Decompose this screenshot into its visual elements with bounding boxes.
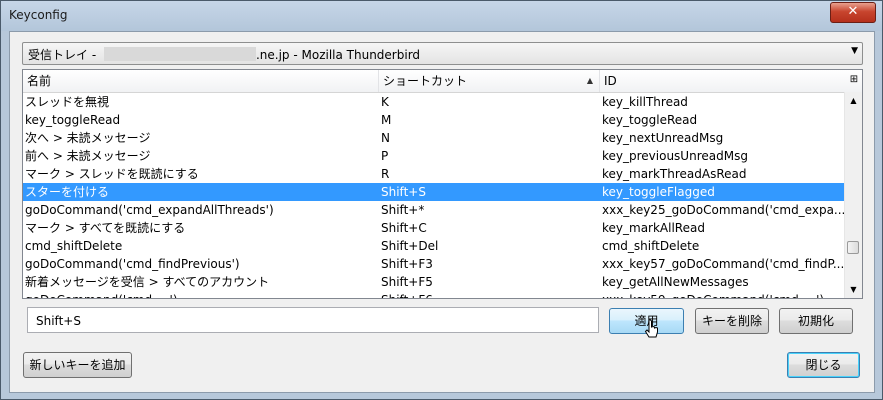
name-cell: スレッドを無視	[25, 95, 110, 109]
table-row[interactable]: 次へ > 未読メッセージ Nkey_nextUnreadMsg	[23, 129, 845, 147]
table-header: 名前 ショートカット ▲ ID ⊞	[23, 70, 862, 93]
name-cell: goDoCommand('cmd_findPrevious')	[25, 257, 240, 271]
id-cell: xxx_key25_goDoCommand('cmd_expa...	[602, 203, 845, 217]
table-row[interactable]: マーク > すべてを既読にする Shift+C key_markAllRead	[23, 219, 845, 237]
table-row[interactable]: key_toggleRead Mkey_toggleRead	[23, 111, 845, 129]
shortcut-cell: Shift+F5	[381, 275, 433, 289]
id-cell: key_nextUnreadMsg	[602, 131, 724, 145]
dialog-body: 受信トレイ - .ne.jp - Mozilla Thunderbird ▼ 名…	[9, 31, 875, 393]
table-row[interactable]: スレッドを無視 Kkey_killThread	[23, 93, 845, 111]
window-selector-prefix: 受信トレイ -	[28, 48, 100, 62]
id-cell: cmd_shiftDelete	[602, 239, 700, 253]
table-row[interactable]: 新着メッセージを受信 > すべてのアカウント Shift+F5 key_getAll…	[23, 273, 845, 291]
shortcut-cell: Shift+S	[381, 185, 426, 199]
id-cell: key_killThread	[602, 95, 688, 109]
close-button[interactable]: 閉じる	[787, 352, 860, 378]
column-header-shortcut[interactable]: ショートカット ▲	[379, 70, 600, 92]
column-picker-icon[interactable]: ⊞	[847, 73, 861, 87]
close-icon: ✕	[847, 4, 859, 19]
delete-key-button[interactable]: キーを削除	[695, 308, 769, 334]
redacted-text	[103, 47, 256, 61]
name-cell: 新着メッセージを受信 > すべてのアカウント	[25, 275, 270, 289]
keyconfig-window: Keyconfig ✕ 受信トレイ - .ne.jp - Mozilla Thu…	[0, 0, 883, 400]
scrollbar-thumb[interactable]	[847, 241, 859, 254]
window-title: Keyconfig	[9, 8, 68, 22]
name-cell: 次へ > 未読メッセージ	[25, 131, 151, 145]
shortcut-cell: Shift+C	[381, 221, 427, 235]
name-cell: cmd_shiftDelete	[25, 239, 123, 253]
id-cell: xxx_key59_goDoCommand('cmd_...')	[602, 291, 845, 298]
key-tree[interactable]: 名前 ショートカット ▲ ID ⊞ スレッドを無視 Kkey_killThreadk…	[22, 69, 863, 299]
sort-ascending-icon: ▲	[586, 76, 593, 85]
chevron-down-icon: ▼	[851, 46, 858, 56]
name-cell: スターを付ける	[25, 185, 110, 199]
id-cell: xxx_key57_goDoCommand('cmd_findP...	[602, 257, 845, 271]
shortcut-cell: Shift+*	[381, 203, 425, 217]
window-selector-dropdown[interactable]: 受信トレイ - .ne.jp - Mozilla Thunderbird ▼	[22, 42, 863, 65]
shortcut-cell: N	[381, 131, 390, 145]
table-row[interactable]: goDoCommand('cmd_expandAllThreads') Shift…	[23, 201, 845, 219]
table-row[interactable]: スターを付ける Shift+S key_toggleFlagged	[23, 183, 845, 201]
name-cell: key_toggleRead	[25, 113, 121, 127]
name-cell: goDoCommand('cmd_...')	[25, 291, 379, 298]
name-cell: goDoCommand('cmd_expandAllThreads')	[25, 203, 274, 217]
shortcut-cell: Shift+Del	[381, 239, 439, 253]
shortcut-cell: P	[381, 149, 389, 163]
name-cell: マーク > すべてを既読にする	[25, 221, 186, 235]
add-key-button[interactable]: 新しいキーを追加	[23, 352, 132, 378]
scroll-up-icon[interactable]: ▲	[845, 92, 862, 109]
id-cell: key_previousUnreadMsg	[602, 149, 748, 163]
name-cell: マーク > スレッドを既読にする	[25, 167, 199, 181]
vertical-scrollbar[interactable]: ▲ ▼	[844, 92, 862, 298]
window-selector-suffix: .ne.jp - Mozilla Thunderbird	[255, 48, 421, 62]
table-row[interactable]: cmd_shiftDelete Shift+Del cmd_shiftDelete	[23, 237, 845, 255]
shortcut-cell: Shift+F6	[381, 291, 599, 298]
id-cell: key_markThreadAsRead	[602, 167, 747, 181]
table-body: スレッドを無視 Kkey_killThread key_toggleRead Mkey…	[23, 93, 845, 298]
shortcut-cell: Shift+F3	[381, 257, 433, 271]
column-header-id[interactable]: ID	[600, 70, 862, 92]
close-window-button[interactable]: ✕	[830, 2, 876, 23]
shortcut-cell: M	[381, 113, 392, 127]
shortcut-input[interactable]: Shift+S	[27, 307, 599, 333]
name-cell: 前へ > 未読メッセージ	[25, 149, 151, 163]
scroll-down-icon[interactable]: ▼	[845, 281, 862, 298]
shortcut-cell: K	[381, 95, 389, 109]
table-row[interactable]: goDoCommand('cmd_findPrevious') Shift+F3 x…	[23, 255, 845, 273]
table-row[interactable]: 前へ > 未読メッセージ Pkey_previousUnreadMsg	[23, 147, 845, 165]
shortcut-cell: R	[381, 167, 390, 181]
table-row[interactable]: goDoCommand('cmd_...')Shift+F6xxx_key59_…	[23, 291, 845, 298]
column-header-name[interactable]: 名前	[23, 70, 379, 92]
id-cell: key_markAllRead	[602, 221, 705, 235]
id-cell: key_getAllNewMessages	[602, 275, 749, 289]
id-cell: key_toggleFlagged	[602, 185, 715, 199]
mouse-cursor-icon	[644, 319, 658, 338]
id-cell: key_toggleRead	[602, 113, 698, 127]
table-row[interactable]: マーク > スレッドを既読にする Rkey_markThreadAsRead	[23, 165, 845, 183]
title-bar[interactable]: Keyconfig ✕	[1, 1, 882, 31]
reset-button[interactable]: 初期化	[779, 308, 853, 334]
